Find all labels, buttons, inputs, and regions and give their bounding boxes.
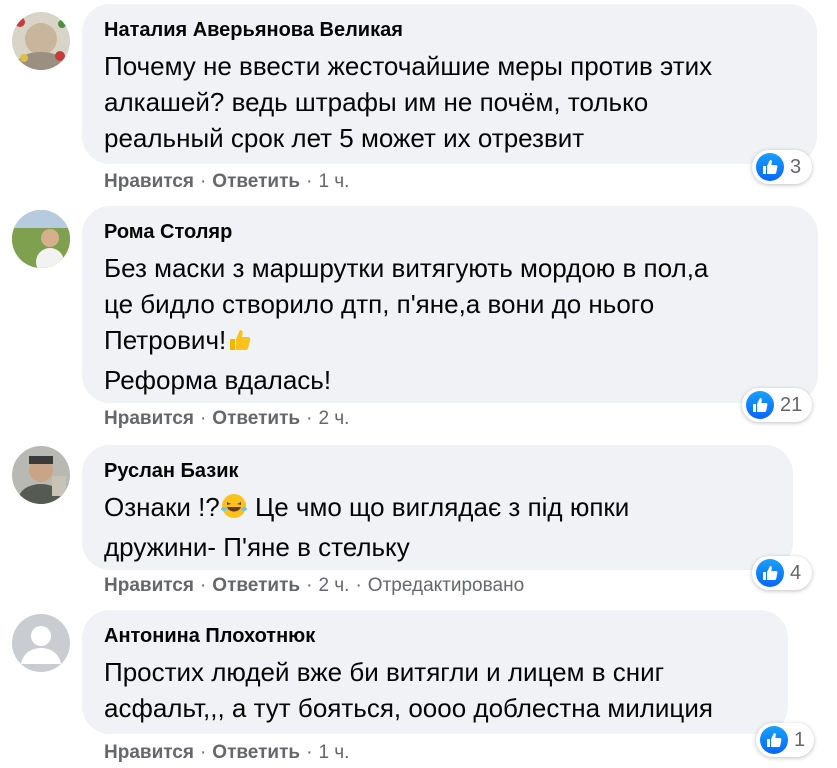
comment-actions: Нравится · Ответить · 2 ч. — [104, 406, 349, 432]
comment-line: це бидло створило дтп, п'яне,а вони до н… — [104, 289, 655, 319]
reaction-count: 3 — [790, 155, 802, 178]
reaction-count: 4 — [790, 561, 802, 584]
comment-line: Без маски з маршрутки витягують мордою в… — [104, 253, 709, 283]
like-link[interactable]: Нравится — [104, 171, 194, 192]
like-link[interactable]: Нравится — [104, 575, 194, 596]
comment-timestamp[interactable]: 2 ч. — [318, 575, 349, 596]
comment-line: дружини- П'яне в стельку — [104, 532, 410, 562]
laughing-emoji — [220, 492, 248, 529]
comment-line: Ознаки !? — [104, 492, 220, 522]
comment-line: алкашей? ведь штрафы им не почём, только — [104, 87, 649, 117]
comment-bubble: Наталия Аверьянова Великая Почему не вве… — [82, 4, 817, 164]
comment-line: Це чмо що виглядає з під юпки — [247, 492, 630, 522]
comment-timestamp[interactable]: 2 ч. — [318, 408, 349, 429]
comment-text: Простих людей вже би витягли и лицем в с… — [104, 654, 766, 726]
comment-line: Почему не ввести жесточайшие меры против… — [104, 51, 713, 81]
comment-bubble: Антонина Плохотнюк Простих людей вже би … — [82, 610, 788, 734]
thumbs-up-icon — [756, 559, 784, 587]
avatar[interactable] — [12, 446, 70, 504]
comment-timestamp[interactable]: 1 ч. — [318, 171, 349, 192]
like-link[interactable]: Нравится — [104, 742, 194, 763]
avatar[interactable] — [12, 210, 70, 268]
reply-link[interactable]: Ответить — [212, 575, 300, 596]
comment-line: Простих людей вже би витягли и лицем в с… — [104, 657, 665, 687]
reaction-count-badge[interactable]: 21 — [742, 388, 812, 422]
comment-author[interactable]: Рома Столяр — [104, 220, 796, 244]
reaction-count: 21 — [780, 393, 803, 416]
separator: · — [199, 408, 207, 429]
separator: · — [199, 171, 207, 192]
separator: · — [306, 408, 313, 429]
comment-line: реальный срок лет 5 может их отрезвит — [104, 123, 585, 153]
comment-line: асфальт,,, а тут бояться, оооо доблестна… — [104, 693, 713, 723]
thumbs-up-icon — [760, 726, 788, 754]
comment-bubble: Рома Столяр Без маски з маршрутки витягу… — [82, 206, 818, 403]
comment-line: Петрович! — [104, 325, 227, 355]
reply-link[interactable]: Ответить — [212, 408, 300, 429]
separator: · — [306, 742, 313, 763]
comment-author[interactable]: Наталия Аверьянова Великая — [104, 18, 795, 42]
reply-link[interactable]: Ответить — [212, 742, 300, 763]
comment-actions: Нравится · Ответить · 2 ч. · Отредактировано — [104, 573, 524, 599]
comment-text: Без маски з маршрутки витягують мордою в… — [104, 250, 796, 398]
comment-actions: Нравится · Ответить · 1 ч. — [104, 169, 349, 195]
comment-text: Почему не ввести жесточайшие меры против… — [104, 48, 795, 156]
separator: · — [306, 575, 313, 596]
reaction-count: 1 — [794, 728, 806, 751]
separator: · — [199, 575, 207, 596]
separator: · — [306, 171, 313, 192]
separator: · — [355, 575, 362, 596]
avatar[interactable] — [12, 12, 70, 70]
comment-line: Реформа вдалась! — [104, 365, 332, 395]
thumbs-up-icon — [756, 153, 784, 181]
comment-author[interactable]: Антонина Плохотнюк — [104, 624, 766, 648]
comment-actions: Нравится · Ответить · 1 ч. — [104, 740, 349, 766]
comment-timestamp[interactable]: 1 ч. — [318, 742, 349, 763]
comment-text: Ознаки !? Це чмо що виглядає з під юпки д… — [104, 489, 771, 565]
thumbs-up-emoji — [226, 326, 252, 362]
reaction-count-badge[interactable]: 4 — [752, 556, 812, 590]
like-link[interactable]: Нравится — [104, 408, 194, 429]
avatar[interactable] — [12, 614, 70, 672]
reply-link[interactable]: Ответить — [212, 171, 300, 192]
separator: · — [199, 742, 207, 763]
comment-bubble: Руслан Базик Ознаки !? Це чмо що вигляда… — [82, 445, 793, 570]
edited-label[interactable]: Отредактировано — [368, 575, 524, 596]
reaction-count-badge[interactable]: 1 — [756, 723, 814, 757]
comment-author[interactable]: Руслан Базик — [104, 459, 771, 483]
thumbs-up-icon — [746, 391, 774, 419]
reaction-count-badge[interactable]: 3 — [752, 150, 812, 184]
